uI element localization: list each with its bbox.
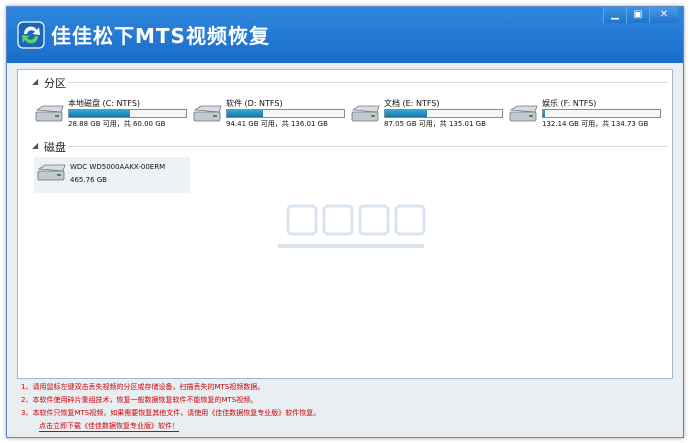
partition-size: 28.88 GB 可用，共 60.00 GB xyxy=(68,120,166,128)
partition-item[interactable]: 娱乐 (F: NTFS) 132.14 GB 可用，共 134.73 GB xyxy=(508,98,661,134)
app-logo-icon xyxy=(17,21,45,49)
partition-size: 94.41 GB 可用，共 136.01 GB xyxy=(226,120,328,128)
partition-item[interactable]: 本地磁盘 (C: NTFS) 28.88 GB 可用，共 60.00 GB xyxy=(34,98,187,134)
minimize-button[interactable]: ▁ xyxy=(603,7,626,23)
partition-usage-fill xyxy=(385,110,427,117)
partition-usage-fill xyxy=(69,110,130,117)
section-divider xyxy=(68,146,668,147)
app-window: 佳佳松下MTS视频恢复 ▁ ▣ ✕ ◢ 分区 本地磁盘 (C: NTFS) 28.… xyxy=(6,6,684,438)
hard-drive-icon xyxy=(509,105,538,122)
disk-section-header[interactable]: ◢ 磁盘 xyxy=(18,138,672,154)
collapse-arrow-icon[interactable]: ◢ xyxy=(32,77,38,86)
partition-name: 文档 (E: NTFS) xyxy=(384,99,440,108)
hard-drive-icon xyxy=(193,105,222,122)
partition-item[interactable]: 文档 (E: NTFS) 87.05 GB 可用，共 135.01 GB xyxy=(350,98,503,134)
partition-usage-bar xyxy=(68,109,187,118)
partition-usage-fill xyxy=(227,110,263,117)
collapse-arrow-icon[interactable]: ◢ xyxy=(32,141,38,150)
disk-section-label: 磁盘 xyxy=(44,141,66,154)
disk-item[interactable]: WDC WD5000AAKX-00ERM 465.76 GB xyxy=(34,157,190,193)
partition-size: 132.14 GB 可用，共 134.73 GB xyxy=(542,120,649,128)
partition-item[interactable]: 软件 (D: NTFS) 94.41 GB 可用，共 136.01 GB xyxy=(192,98,345,134)
partition-name: 本地磁盘 (C: NTFS) xyxy=(68,99,141,108)
instruction-line-3: 3、本软件只恢复MTS视频，如果需要恢复其他文件，请使用《佳佳数据恢复专业版》软… xyxy=(21,409,321,417)
partition-section-label: 分区 xyxy=(44,77,66,90)
instruction-line-2: 2、本软件使用碎片重组技术，恢复一般数据恢复软件不能恢复的MTS视频。 xyxy=(21,396,258,404)
partition-usage-fill xyxy=(543,110,545,117)
restore-button[interactable]: ▣ xyxy=(626,7,649,23)
hard-drive-icon xyxy=(35,105,64,122)
hard-drive-icon xyxy=(351,105,380,122)
partition-name: 软件 (D: NTFS) xyxy=(226,99,283,108)
device-panel: ◢ 分区 本地磁盘 (C: NTFS) 28.88 GB 可用，共 60.00 G… xyxy=(17,69,673,379)
hard-drive-icon xyxy=(37,164,66,181)
title-bar[interactable]: 佳佳松下MTS视频恢复 ▁ ▣ ✕ xyxy=(7,7,683,63)
disk-size: 465.76 GB xyxy=(70,176,107,184)
partition-name: 娱乐 (F: NTFS) xyxy=(542,99,597,108)
close-button[interactable]: ✕ xyxy=(649,7,678,23)
watermark-logo-icon xyxy=(278,204,426,248)
partition-usage-bar xyxy=(226,109,345,118)
partition-size: 87.05 GB 可用，共 135.01 GB xyxy=(384,120,486,128)
section-divider xyxy=(68,82,668,83)
app-title: 佳佳松下MTS视频恢复 xyxy=(51,24,270,48)
download-link[interactable]: 点击立即下载《佳佳数据恢复专业版》软件！ xyxy=(39,421,179,432)
partition-section-header[interactable]: ◢ 分区 xyxy=(18,74,672,90)
disk-name: WDC WD5000AAKX-00ERM xyxy=(70,163,166,171)
partition-usage-bar xyxy=(542,109,661,118)
instruction-line-1: 1、请用鼠标左键双击丢失视频的分区或存储设备，扫描丢失的MTS视频数据。 xyxy=(21,383,265,391)
partition-usage-bar xyxy=(384,109,503,118)
instructions-panel: 1、请用鼠标左键双击丢失视频的分区或存储设备，扫描丢失的MTS视频数据。 2、本… xyxy=(21,380,671,435)
